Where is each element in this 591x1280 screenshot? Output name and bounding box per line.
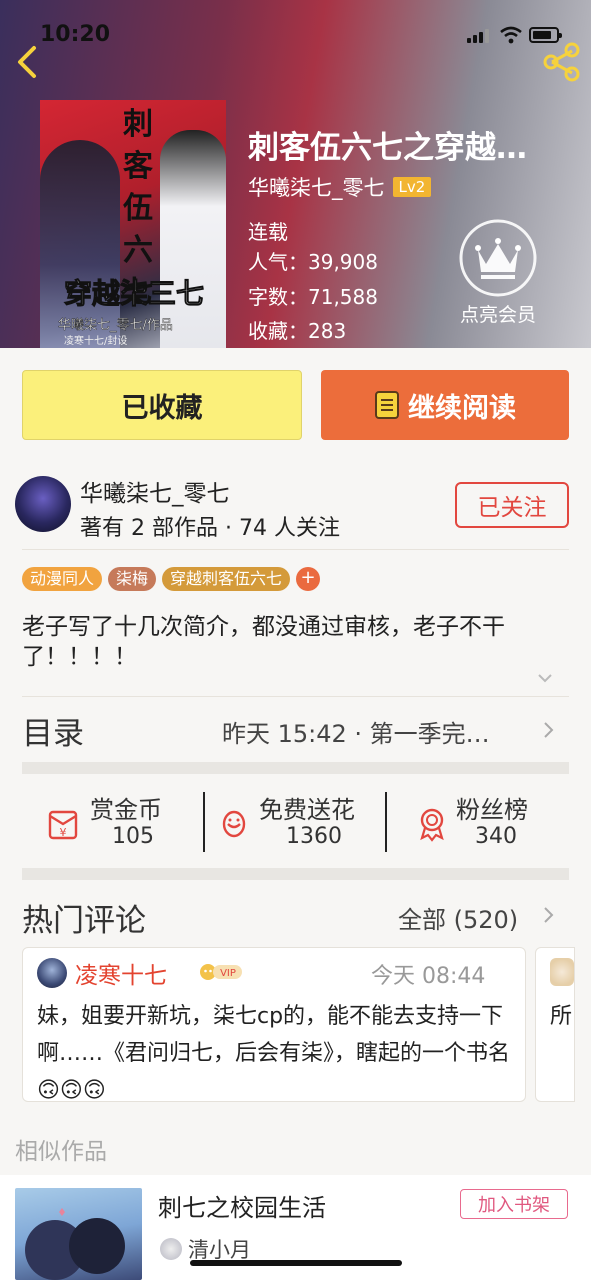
chevron-down-icon[interactable] <box>537 672 553 684</box>
svg-text:¥: ¥ <box>60 826 67 839</box>
similar-book-cover[interactable] <box>15 1188 142 1280</box>
comment-card[interactable]: 凌寒十七 VIP 今天 08:44 妹，姐要开新坑，柒七cp的，能不能去支持一下… <box>22 947 526 1103</box>
cover-author-credit: 华曦柒七_零七/作品 <box>58 318 173 333</box>
comment-text: 妹，姐要开新坑，柒七cp的，能不能去支持一下啊……《君问归七，后会有柒》，瞎起的… <box>37 1004 511 1103</box>
section-band <box>22 868 569 880</box>
free-flowers-label: 免费送花 <box>259 796 355 824</box>
fan-ranking-value: 340 <box>475 824 517 849</box>
tag-list: 动漫同人 柒梅 穿越刺客伍六七 + <box>22 567 321 591</box>
add-tag-button[interactable]: + <box>296 567 321 591</box>
divider <box>22 696 569 697</box>
reward-coins-label: 赏金币 <box>90 796 162 824</box>
svg-text:VIP: VIP <box>220 968 236 979</box>
home-indicator[interactable] <box>190 1260 402 1266</box>
divider <box>203 792 205 852</box>
wifi-icon <box>500 26 522 44</box>
comment-time: 今天 08:44 <box>371 964 486 989</box>
medal-icon <box>420 808 444 842</box>
chevron-right-icon[interactable] <box>542 720 554 740</box>
book-cover[interactable]: 刺 客 伍 六 七 穿越柒三七 华曦柒七_零七/作品 凌寒十七/封设 <box>40 100 226 348</box>
status-time: 10:20 <box>40 22 111 47</box>
fan-ranking-label: 粉丝榜 <box>456 796 528 824</box>
continue-reading-button[interactable]: 继续阅读 <box>321 370 569 440</box>
cover-editor-credit: 凌寒十七/封设 <box>64 336 128 347</box>
flower-icon <box>222 810 246 838</box>
back-icon[interactable] <box>12 44 42 80</box>
member-button[interactable]: 点亮会员 <box>450 218 546 327</box>
cover-art-icon <box>25 1208 125 1280</box>
free-flowers-value: 1360 <box>286 824 342 849</box>
book-title: 刺客伍六七之穿越… <box>248 130 527 166</box>
battery-icon <box>529 27 562 43</box>
divider <box>22 549 569 550</box>
book-header: 10:20 刺 客 伍 六 七 穿越柒三七 华曦柒七_零七/作品 凌寒十七/封设… <box>0 0 591 348</box>
book-author[interactable]: 华曦柒七_零七 Lv2 <box>248 172 432 202</box>
toc-label[interactable]: 目录 <box>22 708 84 753</box>
book-favorites: 收藏：283 <box>248 319 347 343</box>
reward-coins-value: 105 <box>112 824 154 849</box>
cover-subtitle: 穿越柒三七 <box>63 277 204 311</box>
author-avatar[interactable] <box>15 476 71 532</box>
tag[interactable]: 穿越刺客伍六七 <box>162 567 291 591</box>
comment-card[interactable]: 所 <box>535 947 575 1102</box>
commenter-avatar[interactable] <box>37 958 67 988</box>
favorite-button[interactable]: 已收藏 <box>22 370 302 440</box>
commenter-avatar <box>550 958 574 986</box>
member-label: 点亮会员 <box>459 304 536 326</box>
tag[interactable]: 柒梅 <box>108 567 157 591</box>
red-packet-icon: ¥ <box>48 810 78 840</box>
toc-latest-chapter[interactable]: 昨天 15:42 · 第一季完… <box>222 714 537 749</box>
author-avatar <box>160 1238 182 1260</box>
section-band <box>22 762 569 774</box>
continue-reading-label: 继续阅读 <box>408 392 516 424</box>
author-name[interactable]: 华曦柒七_零七 <box>80 474 230 508</box>
level-badge: Lv2 <box>392 177 432 197</box>
add-to-shelf-button[interactable]: 加入书架 <box>460 1189 568 1219</box>
book-icon <box>375 391 399 419</box>
status-bar: 10:20 <box>0 0 591 70</box>
chevron-right-icon[interactable] <box>542 905 554 925</box>
book-status: 连载 <box>248 220 288 244</box>
book-intro: 老子写了十几次简介，都没通过审核，老子不干了！！！！ <box>22 614 505 670</box>
similar-works-label: 相似作品 <box>15 1139 107 1165</box>
tag[interactable]: 动漫同人 <box>22 567 103 591</box>
signal-icon <box>467 29 491 43</box>
commenter-name[interactable]: 凌寒十七 <box>75 956 167 990</box>
author-stats: 著有 2 部作品 · 74 人关注 <box>80 516 340 541</box>
divider <box>385 792 387 852</box>
book-author-name: 华曦柒七_零七 <box>248 176 385 200</box>
comment-text: 所 <box>550 1004 573 1029</box>
book-word-count: 字数：71,588 <box>248 285 378 309</box>
share-icon[interactable] <box>542 42 582 82</box>
all-comments-link[interactable]: 全部 (520) <box>398 900 518 935</box>
crown-icon <box>459 219 537 297</box>
follow-button[interactable]: 已关注 <box>455 482 569 528</box>
vip-badge: VIP <box>200 964 242 980</box>
similar-book-title[interactable]: 刺七之校园生活 <box>158 1188 326 1223</box>
book-popularity: 人气：39,908 <box>248 250 378 274</box>
hot-comments-label: 热门评论 <box>22 903 146 939</box>
